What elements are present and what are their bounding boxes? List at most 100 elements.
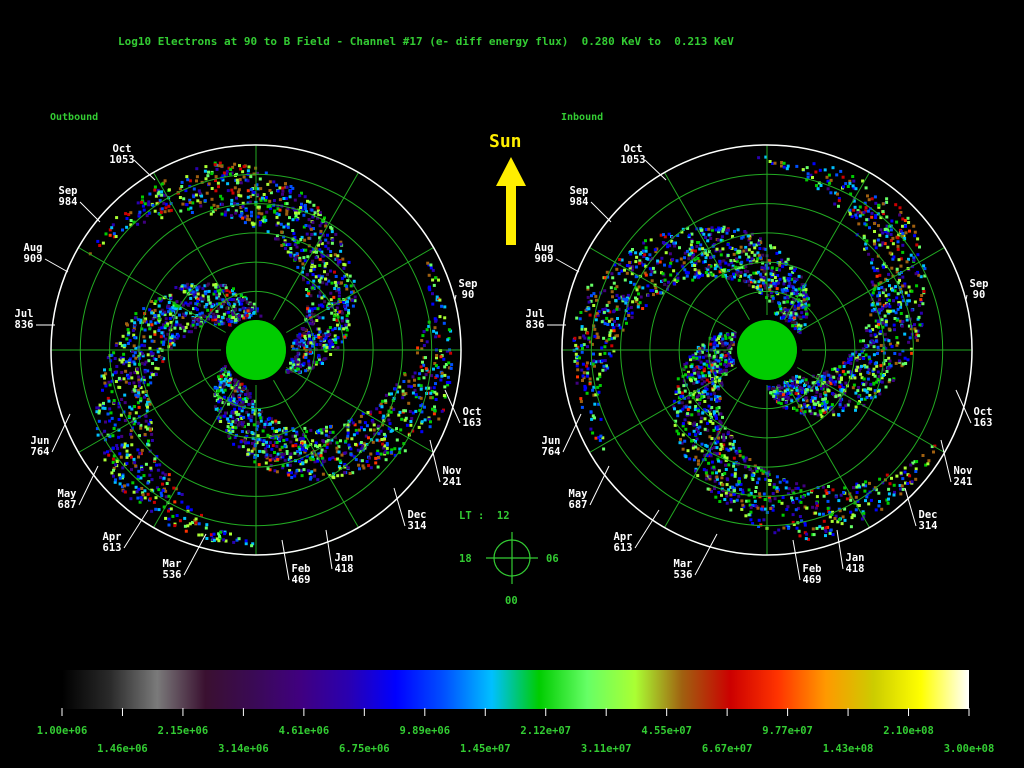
- heat-cell: [401, 396, 405, 400]
- heat-cell: [256, 193, 260, 197]
- heat-cell: [709, 256, 712, 260]
- heat-cell: [842, 365, 846, 368]
- heat-cell: [825, 400, 829, 404]
- heat-cell: [238, 407, 241, 411]
- heat-cell: [186, 322, 190, 326]
- heat-cell: [346, 319, 350, 323]
- heat-cell: [717, 228, 721, 232]
- heat-cell: [226, 417, 230, 421]
- heat-cell: [190, 330, 193, 334]
- heat-cell: [617, 296, 621, 300]
- heat-cell: [310, 208, 314, 212]
- heat-cell: [785, 167, 789, 171]
- heat-cell: [298, 332, 302, 336]
- heat-cell: [425, 340, 429, 344]
- heat-cell: [274, 419, 278, 423]
- heat-cell: [877, 298, 881, 302]
- heat-cell: [361, 444, 365, 448]
- heat-cell: [217, 185, 220, 189]
- heat-cell: [321, 362, 324, 365]
- heat-cell: [321, 439, 325, 443]
- heat-cell: [771, 387, 774, 391]
- heat-cell: [127, 364, 131, 368]
- heat-cell: [811, 505, 815, 509]
- heat-cell: [792, 406, 796, 410]
- heat-cell: [189, 206, 193, 210]
- heat-cell: [160, 356, 163, 360]
- heat-cell: [609, 286, 613, 290]
- heat-cell: [884, 294, 888, 298]
- heat-cell: [888, 378, 892, 382]
- heat-cell: [615, 293, 619, 297]
- heat-cell: [245, 217, 249, 221]
- heat-cell: [218, 297, 222, 301]
- heat-cell: [672, 282, 676, 286]
- heat-cell: [215, 537, 219, 541]
- heat-cell: [277, 421, 281, 424]
- heat-cell: [304, 448, 308, 452]
- heat-cell: [287, 473, 291, 477]
- heat-cell: [812, 162, 816, 166]
- heat-cell: [133, 461, 137, 464]
- heat-cell: [318, 211, 322, 215]
- heat-cell: [409, 420, 413, 423]
- heat-cell: [171, 514, 175, 518]
- heat-cell: [432, 367, 435, 371]
- heat-cell: [311, 286, 315, 290]
- heat-cell: [897, 258, 901, 262]
- heat-cell: [241, 205, 245, 208]
- heat-cell: [901, 320, 905, 324]
- heat-cell: [304, 355, 308, 359]
- heat-cell: [610, 272, 614, 276]
- heat-cell: [347, 323, 351, 327]
- heat-cell: [693, 264, 697, 267]
- heat-cell: [648, 267, 652, 271]
- heat-cell: [749, 518, 753, 522]
- heat-cell: [877, 491, 881, 495]
- heat-cell: [887, 487, 891, 491]
- heat-cell: [600, 320, 604, 324]
- heat-cell: [751, 285, 755, 289]
- heat-cell: [886, 501, 890, 505]
- heat-cell: [795, 526, 799, 530]
- heat-cell: [419, 387, 423, 391]
- heat-cell: [794, 288, 798, 292]
- heat-cell: [748, 458, 752, 461]
- heat-cell: [661, 272, 665, 276]
- heat-cell: [156, 468, 160, 472]
- heat-cell: [299, 451, 302, 455]
- heat-cell: [754, 486, 758, 489]
- heat-cell: [124, 380, 128, 384]
- heat-cell: [180, 493, 184, 496]
- heat-cell: [603, 289, 607, 293]
- heat-cell: [123, 419, 127, 422]
- heat-cell: [104, 384, 108, 388]
- heat-cell: [717, 436, 720, 440]
- heat-cell: [857, 222, 861, 226]
- heat-cell: [299, 339, 303, 343]
- heat-cell: [594, 294, 598, 298]
- heat-cell: [829, 528, 833, 532]
- heat-cell: [276, 221, 280, 225]
- heat-cell: [726, 276, 730, 280]
- heat-cell: [194, 326, 197, 330]
- heat-cell: [346, 279, 350, 283]
- heat-cell: [819, 184, 823, 187]
- heat-cell: [307, 224, 311, 228]
- heat-cell: [325, 425, 328, 429]
- heat-cell: [120, 434, 124, 438]
- heat-cell: [914, 272, 918, 276]
- heat-cell: [586, 295, 590, 299]
- heat-cell: [137, 405, 141, 409]
- heat-cell: [828, 181, 832, 185]
- heat-cell: [319, 428, 323, 432]
- heat-cell: [110, 226, 114, 230]
- heat-cell: [448, 381, 452, 384]
- heat-cell: [899, 312, 903, 315]
- heat-cell: [887, 293, 891, 297]
- heat-cell: [125, 453, 129, 457]
- heat-cell: [831, 410, 835, 414]
- heat-cell: [865, 365, 869, 369]
- heat-cell: [183, 284, 187, 288]
- heat-cell: [697, 275, 701, 278]
